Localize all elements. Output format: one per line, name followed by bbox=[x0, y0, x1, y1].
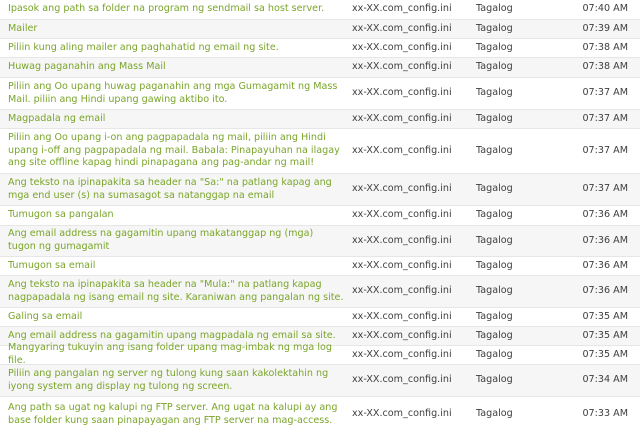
table-row: Ang path sa ugat ng kalupi ng FTP server… bbox=[0, 397, 640, 432]
language: Tagalog bbox=[476, 348, 513, 360]
language: Tagalog bbox=[476, 259, 513, 271]
string-link[interactable]: Ang email address na gagamitin upang mak… bbox=[8, 228, 344, 254]
language: Tagalog bbox=[476, 3, 513, 15]
file-name: xx-XX.com_config.ini bbox=[352, 87, 452, 99]
table-row: Tumugon sa pangalan xx-XX.com_config.ini… bbox=[0, 206, 640, 226]
timestamp: 07:34 AM bbox=[582, 374, 628, 386]
timestamp: 07:35 AM bbox=[582, 348, 628, 360]
language: Tagalog bbox=[476, 183, 513, 195]
file-name: xx-XX.com_config.ini bbox=[352, 234, 452, 246]
table-row: Mailer xx-XX.com_config.ini Tagalog 07:3… bbox=[0, 20, 640, 39]
language: Tagalog bbox=[476, 234, 513, 246]
language: Tagalog bbox=[476, 112, 513, 124]
table-row: Piliin kung aling mailer ang paghahatid … bbox=[0, 39, 640, 58]
timestamp: 07:35 AM bbox=[582, 329, 628, 341]
timestamp: 07:36 AM bbox=[582, 285, 628, 297]
string-link[interactable]: Galing sa email bbox=[8, 311, 82, 324]
language: Tagalog bbox=[476, 22, 513, 34]
file-name: xx-XX.com_config.ini bbox=[352, 408, 452, 420]
timestamp: 07:37 AM bbox=[582, 112, 628, 124]
string-link[interactable]: Ang path sa ugat ng kalupi ng FTP server… bbox=[8, 402, 344, 428]
table-row: Piliin ang Oo upang i-on ang pagpapadala… bbox=[0, 129, 640, 174]
timestamp: 07:36 AM bbox=[582, 259, 628, 271]
file-name: xx-XX.com_config.ini bbox=[352, 348, 452, 360]
file-name: xx-XX.com_config.ini bbox=[352, 374, 452, 386]
string-link[interactable]: Mailer bbox=[8, 23, 37, 36]
string-link[interactable]: Piliin ang pangalan ng server ng tulong … bbox=[8, 368, 344, 394]
file-name: xx-XX.com_config.ini bbox=[352, 285, 452, 297]
file-name: xx-XX.com_config.ini bbox=[352, 112, 452, 124]
table-row: Galing sa email xx-XX.com_config.ini Tag… bbox=[0, 308, 640, 327]
string-link[interactable]: Magpadala ng email bbox=[8, 113, 105, 126]
timestamp: 07:33 AM bbox=[582, 408, 628, 420]
file-name: xx-XX.com_config.ini bbox=[352, 310, 452, 322]
table-row: Magpadala ng email xx-XX.com_config.ini … bbox=[0, 110, 640, 129]
table-row: Ipasok ang path sa folder na program ng … bbox=[0, 0, 640, 20]
file-name: xx-XX.com_config.ini bbox=[352, 61, 452, 73]
language: Tagalog bbox=[476, 374, 513, 386]
file-name: xx-XX.com_config.ini bbox=[352, 209, 452, 221]
file-name: xx-XX.com_config.ini bbox=[352, 144, 452, 156]
table-row: Piliin ang pangalan ng server ng tulong … bbox=[0, 365, 640, 397]
language: Tagalog bbox=[476, 209, 513, 221]
timestamp: 07:37 AM bbox=[582, 87, 628, 99]
language: Tagalog bbox=[476, 285, 513, 297]
timestamp: 07:39 AM bbox=[582, 22, 628, 34]
string-link[interactable]: Piliin ang Oo upang huwag paganahin ang … bbox=[8, 81, 344, 107]
file-name: xx-XX.com_config.ini bbox=[352, 22, 452, 34]
table-row: Ang teksto na ipinapakita sa header na "… bbox=[0, 276, 640, 308]
language: Tagalog bbox=[476, 310, 513, 322]
file-name: xx-XX.com_config.ini bbox=[352, 183, 452, 195]
string-link[interactable]: Ang teksto na ipinapakita sa header na "… bbox=[8, 279, 344, 305]
table-row: Ang teksto na ipinapakita sa header na "… bbox=[0, 174, 640, 206]
timestamp: 07:37 AM bbox=[582, 144, 628, 156]
string-link[interactable]: Huwag paganahin ang Mass Mail bbox=[8, 61, 166, 74]
string-link[interactable]: Tumugon sa email bbox=[8, 260, 95, 273]
file-name: xx-XX.com_config.ini bbox=[352, 259, 452, 271]
table-row: Huwag paganahin ang Mass Mail xx-XX.com_… bbox=[0, 58, 640, 78]
language: Tagalog bbox=[476, 329, 513, 341]
timestamp: 07:40 AM bbox=[582, 3, 628, 15]
file-name: xx-XX.com_config.ini bbox=[352, 3, 452, 15]
table-row: Mangyaring tukuyin ang isang folder upan… bbox=[0, 342, 640, 366]
file-name: xx-XX.com_config.ini bbox=[352, 41, 452, 53]
string-link[interactable]: Ipasok ang path sa folder na program ng … bbox=[8, 3, 324, 16]
string-link[interactable]: Tumugon sa pangalan bbox=[8, 209, 114, 222]
language: Tagalog bbox=[476, 41, 513, 53]
timestamp: 07:36 AM bbox=[582, 209, 628, 221]
string-link[interactable]: Ang email address na gagamitin upang mag… bbox=[8, 330, 336, 343]
string-link[interactable]: Piliin ang Oo upang i-on ang pagpapadala… bbox=[8, 132, 344, 171]
table-row: Ang email address na gagamitin upang mak… bbox=[0, 226, 640, 257]
translations-table: Ipasok ang path sa folder na program ng … bbox=[0, 0, 640, 432]
timestamp: 07:38 AM bbox=[582, 61, 628, 73]
string-link[interactable]: Ang teksto na ipinapakita sa header na "… bbox=[8, 177, 344, 203]
language: Tagalog bbox=[476, 61, 513, 73]
language: Tagalog bbox=[476, 144, 513, 156]
table-row: Tumugon sa email xx-XX.com_config.ini Ta… bbox=[0, 257, 640, 276]
string-link[interactable]: Piliin kung aling mailer ang paghahatid … bbox=[8, 42, 279, 55]
table-row: Piliin ang Oo upang huwag paganahin ang … bbox=[0, 78, 640, 110]
language: Tagalog bbox=[476, 87, 513, 99]
timestamp: 07:35 AM bbox=[582, 310, 628, 322]
timestamp: 07:36 AM bbox=[582, 234, 628, 246]
language: Tagalog bbox=[476, 408, 513, 420]
timestamp: 07:38 AM bbox=[582, 41, 628, 53]
timestamp: 07:37 AM bbox=[582, 183, 628, 195]
file-name: xx-XX.com_config.ini bbox=[352, 329, 452, 341]
